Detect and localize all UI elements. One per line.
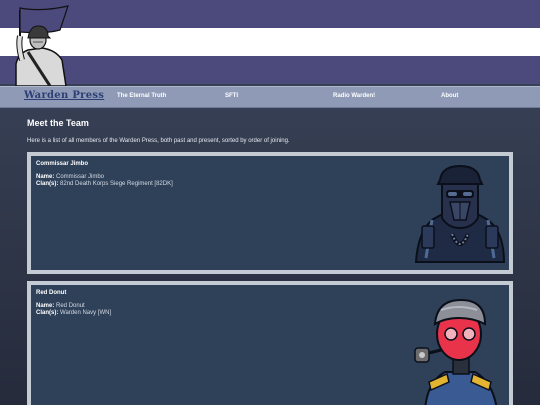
- soldier-with-flag-icon[interactable]: [2, 2, 74, 86]
- clan-label: Clan(s):: [36, 310, 59, 316]
- member-name-field: Name: Red Donut: [36, 303, 85, 309]
- nav-bar: Warden Press The Eternal Truth SFTI Radi…: [0, 86, 540, 108]
- member-clan-field: Clan(s): 82nd Death Korps Siege Regiment…: [36, 181, 173, 187]
- member-name-value: Red Donut: [56, 303, 85, 309]
- clan-label: Clan(s):: [36, 181, 59, 187]
- member-heading: Commissar Jimbo: [36, 161, 89, 167]
- nav-link-radio-warden[interactable]: Radio Warden!: [333, 93, 375, 99]
- member-card: Commissar Jimbo Name: Commissar Jimbo Cl…: [27, 152, 513, 274]
- name-label: Name:: [36, 174, 55, 180]
- page-intro: Here is a list of all members of the War…: [27, 138, 290, 144]
- member-clan-value: Warden Navy [WN]: [60, 310, 112, 316]
- nav-link-sfti[interactable]: SFTI: [225, 93, 238, 99]
- member-card: Red Donut Name: Red Donut Clan(s): Warde…: [27, 281, 513, 405]
- member-name-field: Name: Commissar Jimbo: [36, 174, 104, 180]
- name-label: Name:: [36, 303, 55, 309]
- member-clan-value: 82nd Death Korps Siege Regiment [82DK]: [60, 181, 173, 187]
- red-donut-portrait: [414, 298, 498, 405]
- nav-link-about[interactable]: About: [441, 93, 458, 99]
- site-banner: [0, 0, 540, 86]
- member-heading: Red Donut: [36, 290, 67, 296]
- banner-white-stripe: [0, 28, 540, 56]
- page-title: Meet the Team: [27, 118, 89, 128]
- member-name-value: Commissar Jimbo: [56, 174, 105, 180]
- gas-mask-soldier-portrait: [414, 164, 506, 263]
- nav-brand-link[interactable]: Warden Press: [24, 90, 104, 101]
- member-clan-field: Clan(s): Warden Navy [WN]: [36, 310, 111, 316]
- nav-link-eternal-truth[interactable]: The Eternal Truth: [117, 93, 166, 99]
